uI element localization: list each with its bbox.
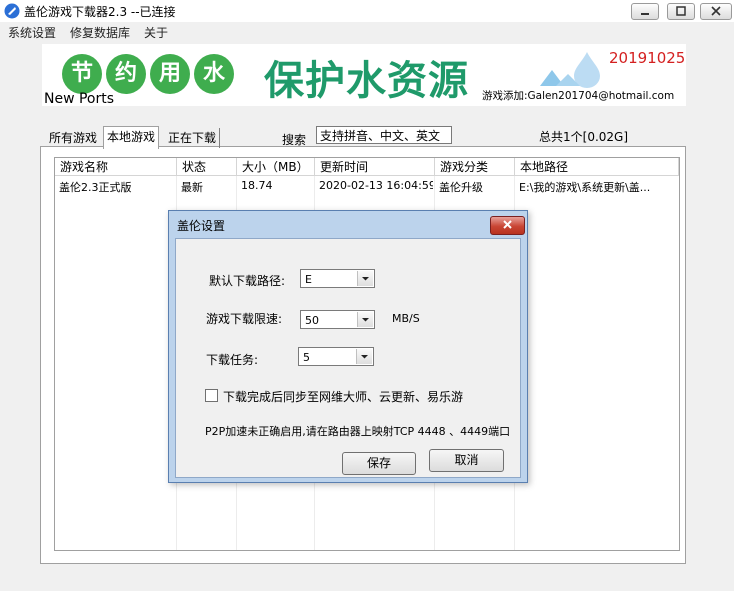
window-title: 盖伦游戏下载器2.3 --已连接 — [24, 5, 176, 19]
banner-slogan: 保护水资源 — [264, 58, 469, 104]
cell-name: 盖伦2.3正式版 — [59, 181, 132, 194]
p2p-note: P2P加速未正确启用,请在路由器上映射TCP 4448 、4449端口 — [205, 425, 511, 438]
download-path-value: E — [305, 273, 312, 286]
menu-about[interactable]: 关于 — [144, 24, 168, 41]
tab-local-games[interactable]: 本地游戏 — [103, 126, 160, 149]
search-label: 搜索 — [282, 133, 307, 147]
download-tasks-value: 5 — [303, 351, 310, 364]
close-icon — [503, 220, 512, 229]
settings-dialog: 盖伦设置 默认下载路径: E 游戏下载限速: 50 MB/S 下载任务: 5 下… — [168, 210, 528, 483]
minimize-icon — [641, 13, 649, 15]
new-ports-label: New Ports — [44, 91, 115, 107]
column-header-name[interactable]: 游戏名称 — [55, 158, 177, 176]
cell-status: 最新 — [181, 181, 203, 194]
sync-checkbox[interactable] — [205, 389, 218, 402]
download-tasks-label: 下载任务: — [206, 353, 259, 367]
close-button[interactable] — [700, 3, 732, 20]
menu-repair-database[interactable]: 修复数据库 — [70, 24, 130, 41]
banner-char-3: 用 — [150, 54, 190, 94]
cell-updated: 2020-02-13 16:04:59 — [319, 179, 433, 192]
save-button[interactable]: 保存 — [342, 452, 416, 475]
speed-unit-label: MB/S — [392, 312, 420, 325]
tab-downloading[interactable]: 正在下载 — [165, 128, 221, 148]
cancel-button[interactable]: 取消 — [429, 449, 504, 472]
cell-category: 盖伦升级 — [439, 181, 483, 194]
download-path-select[interactable]: E — [300, 269, 375, 288]
speed-limit-label: 游戏下载限速: — [206, 312, 283, 326]
chevron-down-icon — [357, 312, 373, 327]
banner-char-1: 节 — [62, 54, 102, 94]
dialog-close-button[interactable] — [490, 216, 525, 235]
app-icon — [4, 3, 20, 19]
dialog-title: 盖伦设置 — [177, 219, 226, 233]
minimize-button[interactable] — [631, 3, 659, 20]
column-header-category[interactable]: 游戏分类 — [435, 158, 515, 176]
table-row[interactable]: 盖伦2.3正式版 最新 18.74 2020-02-13 16:04:59 盖伦… — [55, 177, 679, 194]
maximize-icon — [676, 6, 686, 16]
maximize-button[interactable] — [667, 3, 695, 20]
menu-bar: 系统设置 修复数据库 关于 — [0, 22, 734, 41]
chevron-down-icon — [356, 349, 372, 364]
title-bar: 盖伦游戏下载器2.3 --已连接 — [0, 0, 734, 23]
column-header-status[interactable]: 状态 — [177, 158, 237, 176]
download-path-label: 默认下载路径: — [209, 274, 286, 288]
banner-contact: 游戏添加:Galen201704@hotmail.com — [482, 90, 675, 102]
chevron-down-icon — [357, 271, 373, 286]
speed-limit-select[interactable]: 50 — [300, 310, 375, 329]
search-input[interactable] — [316, 126, 452, 144]
close-icon — [711, 6, 721, 16]
speed-limit-value: 50 — [305, 314, 319, 327]
banner: 节 约 用 水 保护水资源 20191025 游戏添加:Galen201704@… — [42, 44, 686, 106]
total-count: 总共1个[0.02G] — [539, 130, 629, 144]
column-header-size[interactable]: 大小（MB） — [237, 158, 315, 176]
tab-all-games[interactable]: 所有游戏 — [46, 128, 100, 148]
column-header-updated[interactable]: 更新时间 — [315, 158, 435, 176]
banner-char-4: 水 — [194, 54, 234, 94]
banner-char-2: 约 — [106, 54, 146, 94]
banner-date: 20191025 — [609, 49, 686, 67]
menu-system-settings[interactable]: 系统设置 — [8, 24, 56, 41]
cell-size: 18.74 — [241, 179, 273, 192]
download-tasks-select[interactable]: 5 — [298, 347, 374, 366]
dialog-body: 默认下载路径: E 游戏下载限速: 50 MB/S 下载任务: 5 下载完成后同… — [175, 238, 521, 478]
column-header-local-path[interactable]: 本地路径 — [515, 158, 679, 176]
cell-local-path: E:\我的游戏\系统更新\盖... — [519, 181, 651, 194]
water-drop-icon — [540, 52, 600, 88]
sync-label: 下载完成后同步至网维大师、云更新、易乐游 — [223, 390, 464, 404]
